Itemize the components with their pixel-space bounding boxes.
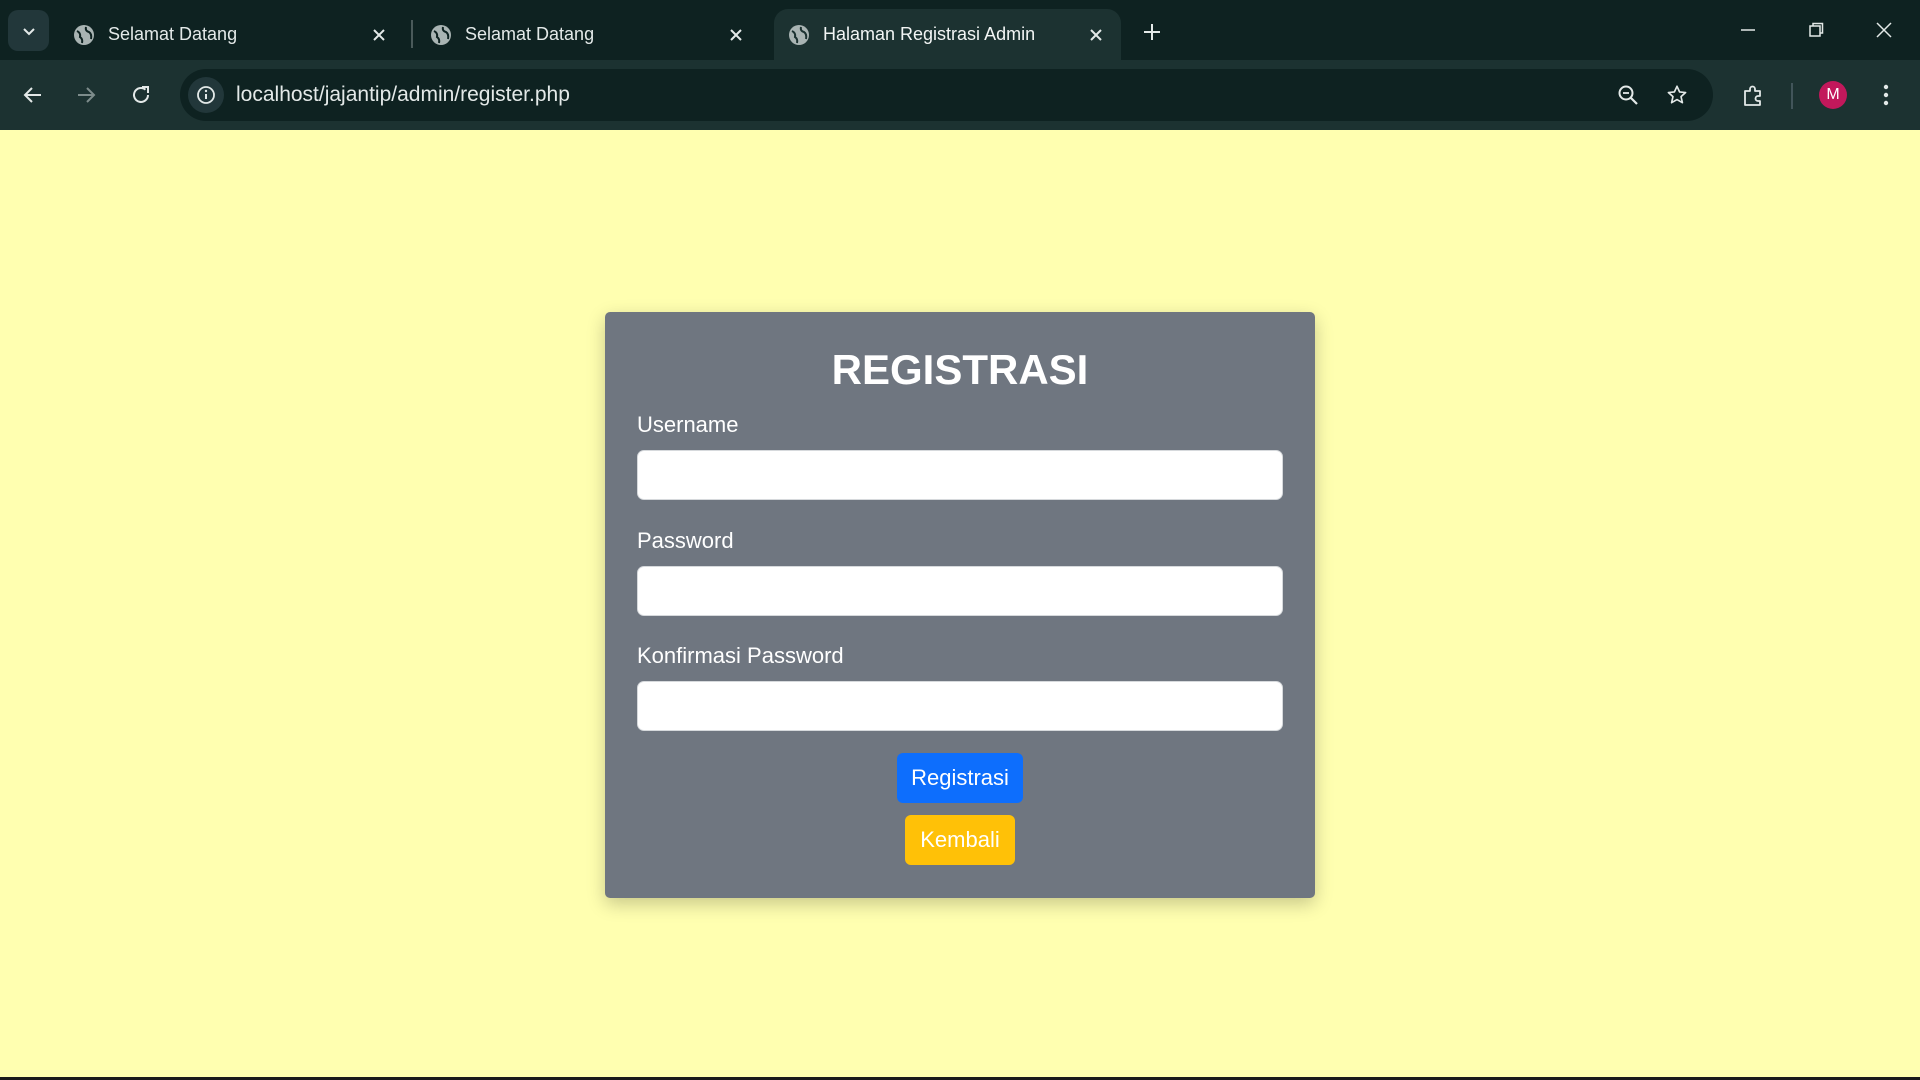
zoom-button[interactable] xyxy=(1610,77,1646,113)
forward-button[interactable] xyxy=(65,74,107,116)
back-button[interactable] xyxy=(12,74,54,116)
globe-icon xyxy=(431,24,451,45)
url-text[interactable]: localhost/jajantip/admin/register.php xyxy=(236,69,570,121)
tab-divider xyxy=(411,20,413,48)
info-icon xyxy=(197,86,215,104)
restore-button[interactable] xyxy=(1782,0,1850,60)
close-icon[interactable] xyxy=(1083,22,1109,48)
tab-selamat-datang-2[interactable]: Selamat Datang xyxy=(416,9,761,60)
tab-search-button[interactable] xyxy=(8,10,49,51)
close-icon[interactable] xyxy=(366,22,392,48)
tab-title: Selamat Datang xyxy=(108,24,238,44)
registration-card: REGISTRASI Username Password Konfirmasi … xyxy=(605,312,1315,898)
reload-icon xyxy=(133,86,149,103)
arrow-left-icon xyxy=(23,87,41,103)
minimize-button[interactable] xyxy=(1714,0,1782,60)
extensions-button[interactable] xyxy=(1733,76,1773,116)
new-tab-button[interactable] xyxy=(1136,16,1168,48)
tab-title: Halaman Registrasi Admin xyxy=(823,24,1036,44)
address-bar[interactable]: localhost/jajantip/admin/register.php xyxy=(180,69,1713,121)
toolbar-divider xyxy=(1791,83,1793,109)
confirm-password-label: Konfirmasi Password xyxy=(637,643,844,668)
tab-strip: Selamat Datang Selamat Datang Halaman Re… xyxy=(0,0,1920,60)
password-input[interactable] xyxy=(637,566,1283,616)
tab-selamat-datang-1[interactable]: Selamat Datang xyxy=(59,9,404,60)
page-title: REGISTRASI xyxy=(831,346,1089,393)
close-icon[interactable] xyxy=(723,22,749,48)
more-vertical-icon xyxy=(1883,84,1889,106)
confirm-password-input[interactable] xyxy=(637,681,1283,731)
register-button[interactable]: Registrasi xyxy=(897,753,1023,803)
back-button-page[interactable]: Kembali xyxy=(905,815,1015,865)
site-info-button[interactable] xyxy=(188,77,224,113)
window-close-button[interactable] xyxy=(1850,0,1918,60)
browser-toolbar: localhost/jajantip/admin/register.php M xyxy=(0,60,1920,130)
arrow-right-icon xyxy=(78,87,96,103)
zoom-out-icon xyxy=(1618,85,1638,105)
tab-halaman-registrasi-admin[interactable]: Halaman Registrasi Admin xyxy=(774,9,1121,60)
reload-button[interactable] xyxy=(120,74,162,116)
restore-icon xyxy=(1809,22,1824,37)
star-icon xyxy=(1667,85,1687,104)
profile-avatar[interactable]: M xyxy=(1819,81,1847,109)
globe-icon xyxy=(789,24,809,45)
globe-icon xyxy=(74,24,94,45)
tab-title: Selamat Datang xyxy=(465,24,595,44)
plus-icon xyxy=(1144,24,1160,40)
close-icon xyxy=(1876,22,1892,38)
minimize-icon xyxy=(1741,29,1755,31)
username-label: Username xyxy=(637,412,739,437)
puzzle-icon xyxy=(1744,85,1761,106)
chevron-down-icon xyxy=(22,27,35,35)
bookmark-button[interactable] xyxy=(1659,77,1695,113)
browser-menu-button[interactable] xyxy=(1868,74,1904,116)
username-input[interactable] xyxy=(637,450,1283,500)
password-label: Password xyxy=(637,528,734,553)
